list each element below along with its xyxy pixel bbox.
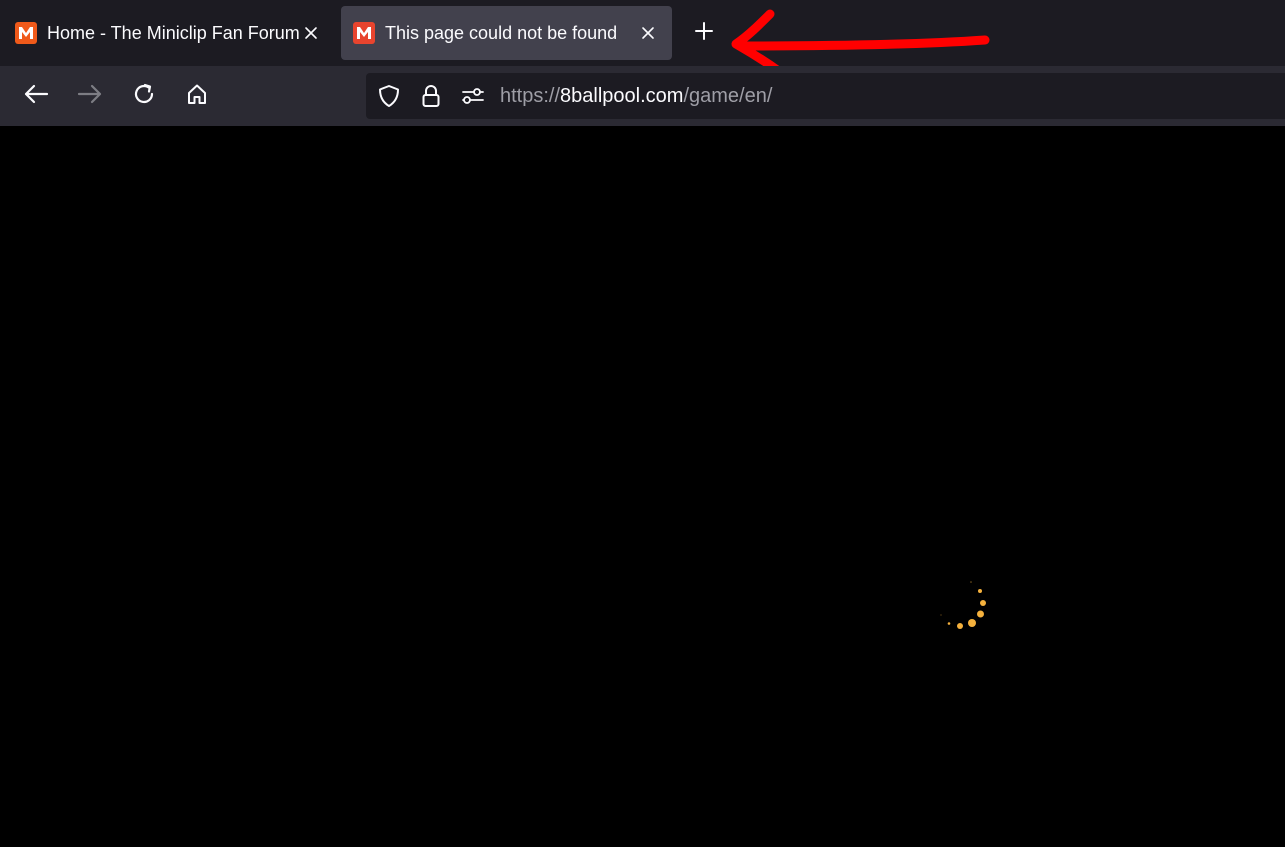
tab-home-miniclip-fan-forum[interactable]: Home - The Miniclip Fan Forum xyxy=(6,6,328,60)
new-tab-button[interactable] xyxy=(689,18,719,48)
loading-spinner-icon xyxy=(940,581,986,629)
url-path: /game/en/ xyxy=(683,85,773,107)
forward-arrow-icon xyxy=(77,83,103,110)
tab-strip: Home - The Miniclip Fan Forum This page … xyxy=(0,0,1285,66)
reload-button[interactable] xyxy=(130,82,158,110)
tab-title: Home - The Miniclip Fan Forum xyxy=(47,23,300,43)
close-tab-icon[interactable] xyxy=(302,24,320,42)
tab-title: This page could not be found xyxy=(385,23,618,43)
address-bar[interactable]: https://8ballpool.com/game/en/ xyxy=(366,73,1285,119)
forward-button[interactable] xyxy=(76,82,104,110)
home-button[interactable] xyxy=(183,82,211,110)
navigation-toolbar: https://8ballpool.com/game/en/ xyxy=(0,66,1285,126)
url-scheme: https:// xyxy=(500,85,561,107)
page-content xyxy=(0,126,1285,847)
miniclip-favicon-icon xyxy=(15,22,37,44)
url-text[interactable]: https://8ballpool.com/game/en/ xyxy=(500,84,772,108)
lock-icon[interactable] xyxy=(419,84,443,108)
shield-icon[interactable] xyxy=(377,84,401,108)
url-host: 8ballpool.com xyxy=(560,85,684,107)
back-button[interactable] xyxy=(22,82,50,110)
home-icon xyxy=(185,82,209,111)
plus-icon xyxy=(694,21,714,46)
close-tab-icon[interactable] xyxy=(639,24,657,42)
reload-icon xyxy=(132,82,156,111)
back-arrow-icon xyxy=(23,83,49,110)
miniclip-favicon-icon xyxy=(353,22,375,44)
permissions-icon[interactable] xyxy=(461,84,485,108)
tab-page-not-found[interactable]: This page could not be found xyxy=(341,6,672,60)
